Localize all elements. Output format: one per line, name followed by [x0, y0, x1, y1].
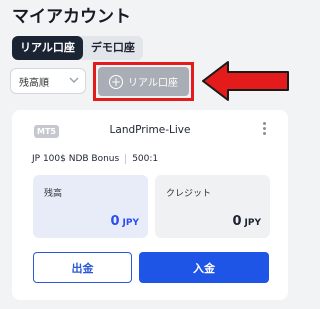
account-card: MT5 LandPrime-Live JP 100$ NDB Bonus 500… [12, 110, 288, 300]
divider [125, 154, 127, 164]
balance-box: 残高 0 JPY [33, 175, 148, 238]
account-type: JP 100$ NDB Bonus [32, 154, 120, 164]
balance-amount: 0 [110, 214, 120, 229]
sort-select-value: 残高順 [19, 77, 49, 89]
balance-label: 残高 [44, 189, 63, 199]
sort-select[interactable]: 残高順 [10, 68, 86, 94]
pointer-arrow-icon [202, 61, 289, 101]
server-name: LandPrime-Live [109, 124, 191, 136]
leverage: 500:1 [132, 154, 159, 164]
page-title: マイアカウント [12, 7, 131, 27]
account-info: JP 100$ NDB Bonus 500:1 [32, 154, 158, 164]
credit-value: 0 JPY [232, 214, 261, 229]
tab-demo-account[interactable]: デモ口座 [83, 36, 143, 60]
credit-label: クレジット [166, 189, 212, 199]
withdraw-button[interactable]: 出金 [33, 252, 132, 283]
tab-real-account[interactable]: リアル口座 [12, 36, 83, 60]
account-type-toggle: リアル口座 デモ口座 [12, 36, 143, 60]
chevron-down-icon [69, 76, 79, 86]
balance-unit: JPY [122, 218, 139, 228]
highlight-frame [93, 62, 194, 101]
deposit-button[interactable]: 入金 [139, 252, 269, 283]
credit-amount: 0 [232, 214, 242, 229]
balance-value: 0 JPY [110, 214, 139, 229]
credit-unit: JPY [244, 218, 261, 228]
credit-box: クレジット 0 JPY [155, 175, 270, 238]
more-options-icon[interactable] [263, 122, 266, 135]
